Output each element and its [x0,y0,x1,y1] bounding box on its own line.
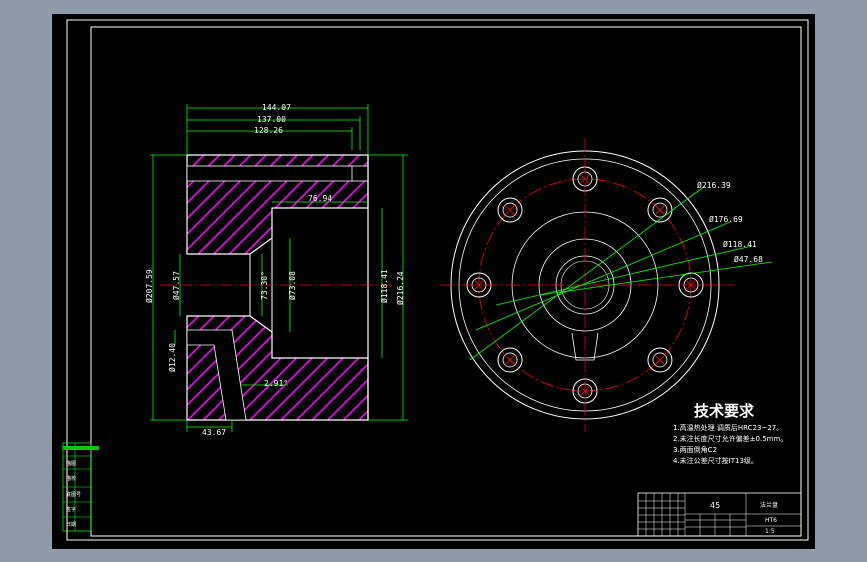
dim-top-overall: 144.07 [262,103,291,112]
tech-note-4: 4.未注公差尺寸按IT13级。 [673,456,758,465]
title-block-code: HT6 [765,517,777,524]
tech-note-3: 3.两面倒角C2 [673,445,717,454]
stamp-row-4: 签字 [66,506,76,513]
dim-top-mid: 137.00 [257,115,286,124]
dim-d4: Ø47.68 [734,254,763,264]
dim-d1: Ø216.39 [697,180,731,190]
tech-req-title: 技术要求 [694,402,755,420]
stamp-row-highlight [63,446,99,450]
upper-bolt-hole [186,165,354,182]
stamp-row-1: 描图 [66,460,76,467]
dim-hole-offset: 43.67 [202,428,226,437]
dim-dia-flange: Ø216.24 [395,271,405,305]
dim-taper-angle: 2.91° [264,379,288,388]
stamp-row-2: 描校 [66,475,76,482]
dim-dia-small-bore: Ø47.57 [171,271,181,300]
dim-chamfer-angle: 73.30° [260,271,269,300]
drawing-sheet [52,14,815,549]
stamp-row-5: 日期 [66,522,76,528]
upper-counterbore [351,165,369,182]
title-block-scale: 1:5 [765,528,775,535]
title-block-name: 法兰盘 [760,501,778,509]
stamp-row-3: 底图号 [66,491,81,498]
dim-dia-outer: Ø207.59 [144,269,154,303]
dim-dia-bore: Ø73.08 [287,271,297,300]
dim-d3: Ø118.41 [723,239,757,249]
tech-note-2: 2.未注长度尺寸允许偏差±0.5mm。 [673,434,787,443]
title-block-material: 45 [710,501,720,510]
tech-note-1: 1.高温热处理 调质后HRC23~27。 [673,423,783,432]
drawing-canvas[interactable]: 144.07 137.00 128.26 76.94 2.91° 43.67 Ø… [0,0,867,562]
cad-drawing-window: 144.07 137.00 128.26 76.94 2.91° 43.67 Ø… [0,0,867,562]
dim-top-inner: 128.26 [254,126,283,135]
dim-bore-depth: 76.94 [308,194,332,203]
dim-dia-hole: Ø12.40 [167,343,177,372]
dim-dia-counterbore: Ø118.41 [379,269,389,303]
dim-d2: Ø176.69 [709,214,743,224]
